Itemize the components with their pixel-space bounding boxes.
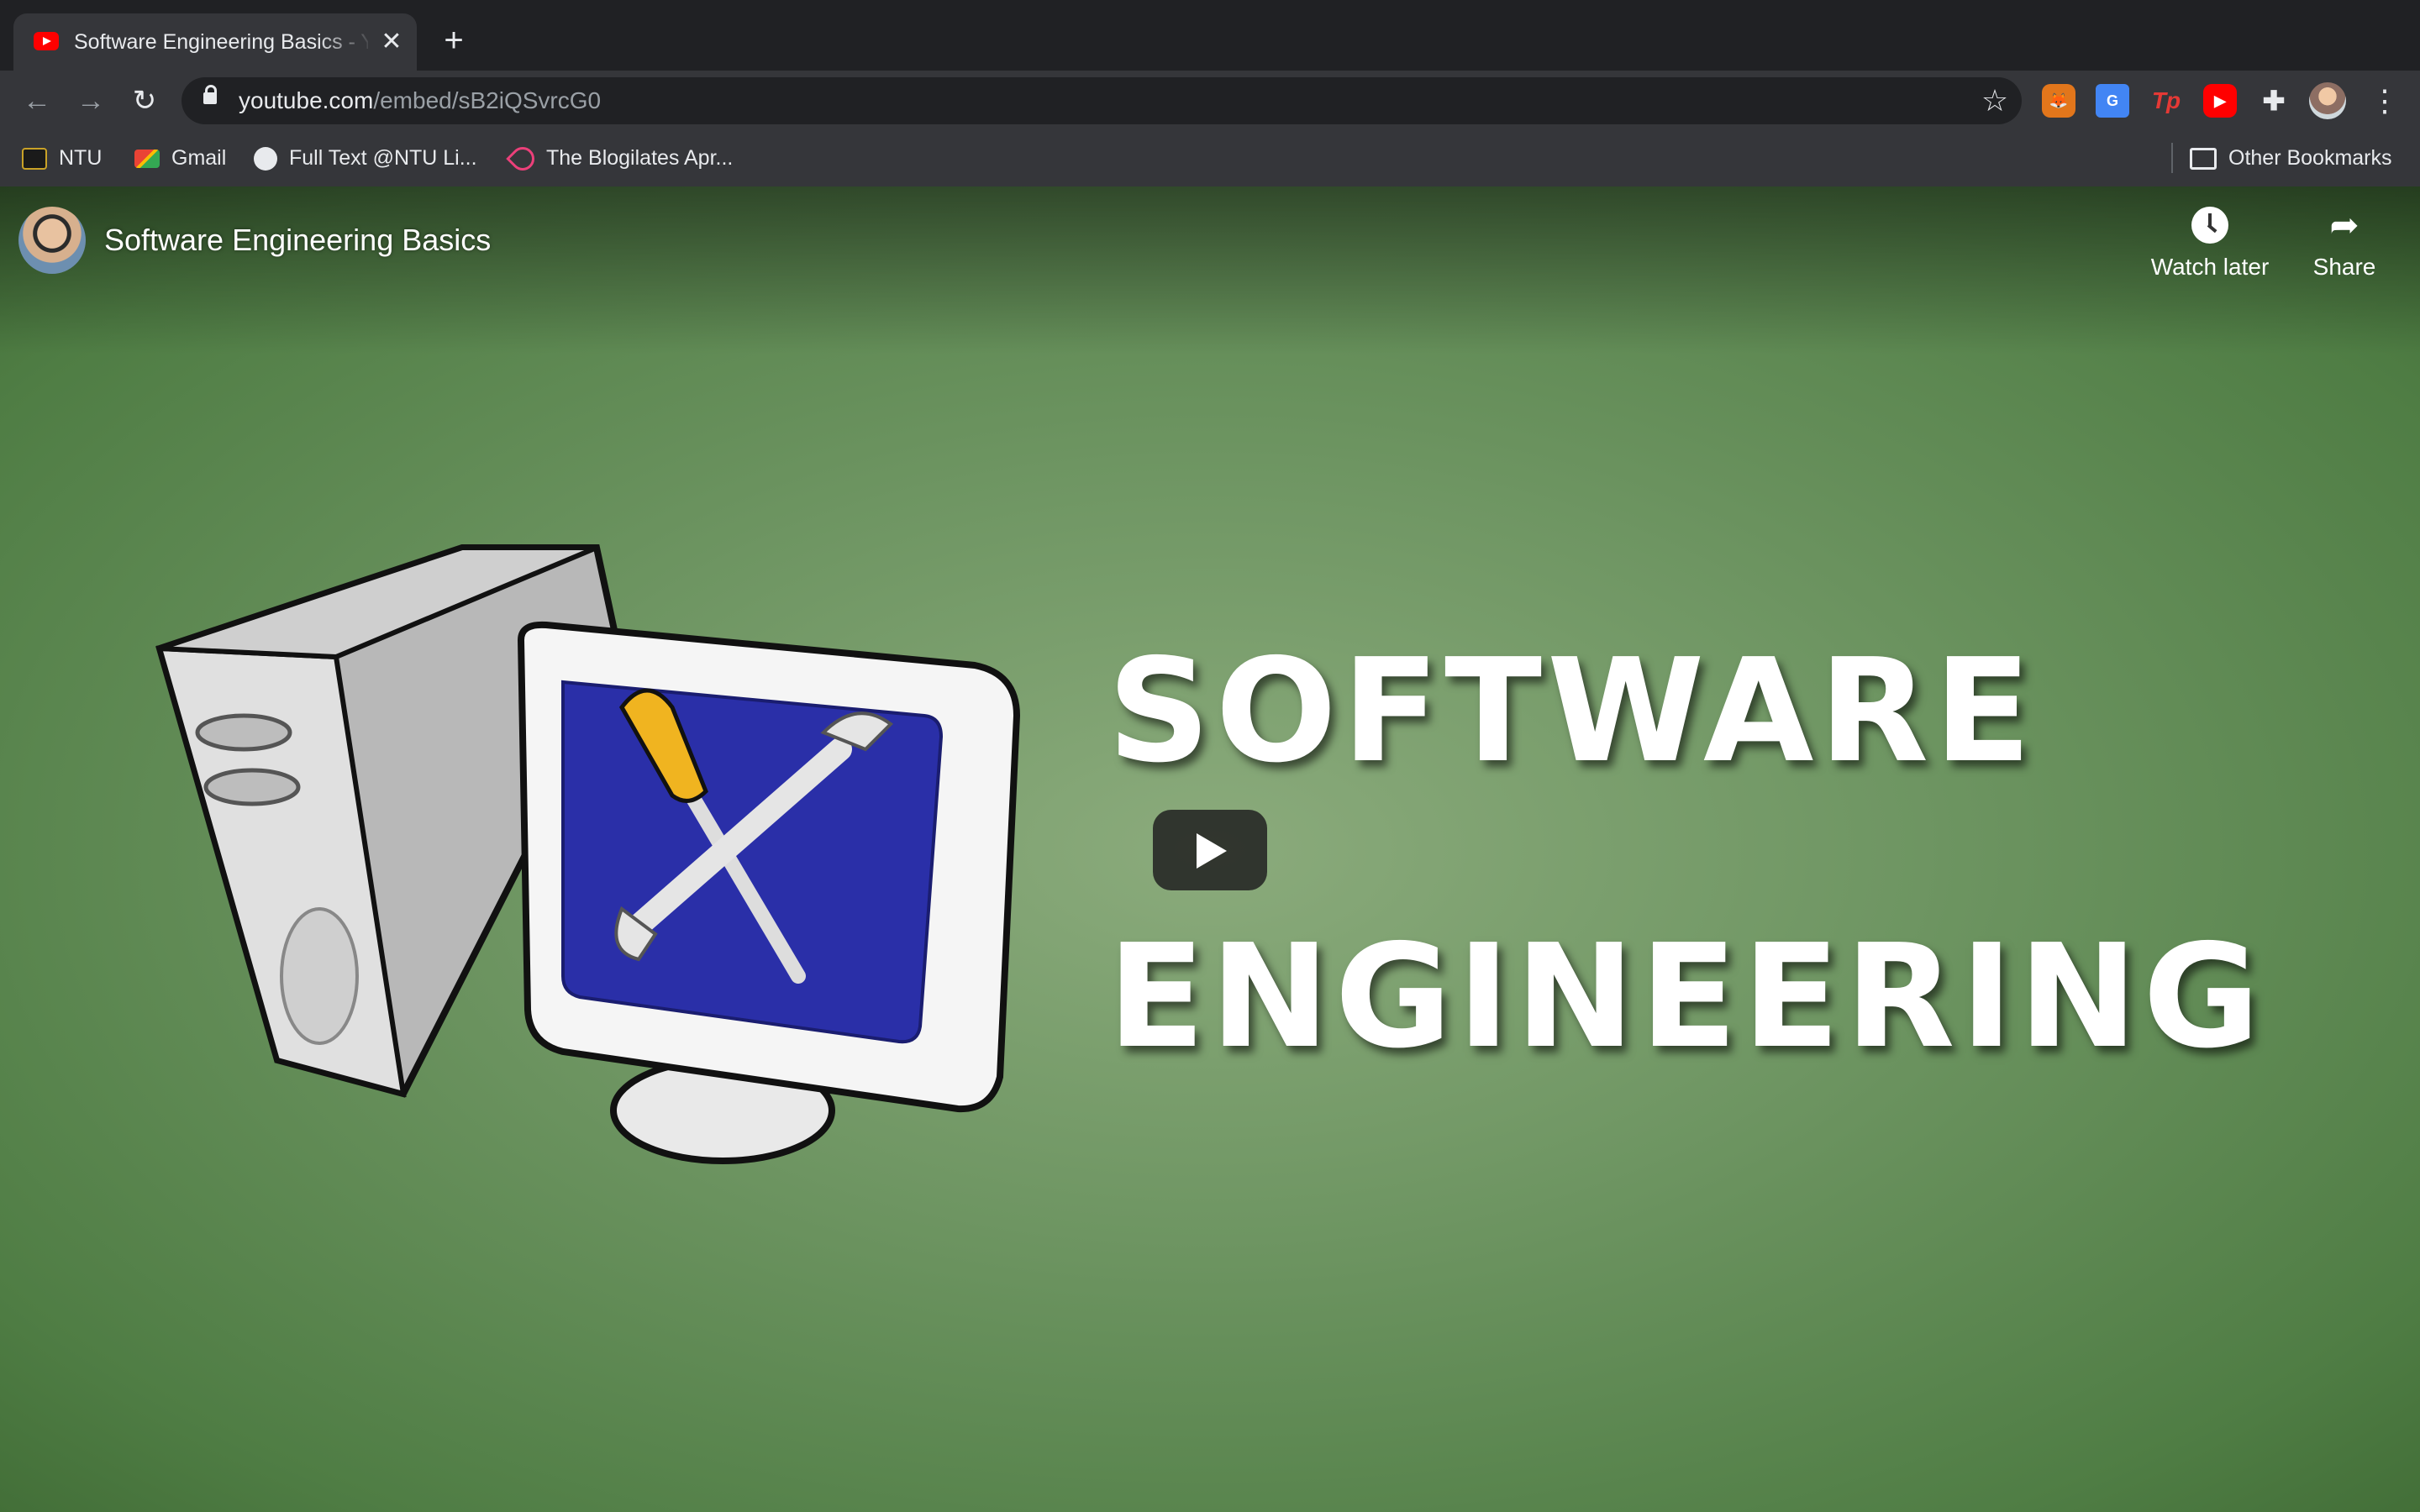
channel-avatar[interactable]	[18, 207, 86, 274]
address-bar[interactable]: youtube.com/embed/sB2iQSvrcG0 ☆	[182, 77, 2022, 124]
gmail-icon	[134, 150, 160, 169]
new-tab-icon[interactable]: +	[435, 22, 472, 59]
bookmark-label: Gmail	[171, 146, 227, 170]
reload-icon[interactable]: ↻	[124, 81, 165, 121]
thumbnail-title: Software Engineering	[1107, 615, 2265, 1094]
blogilates-icon	[506, 142, 539, 176]
url-text[interactable]: youtube.com/embed/sB2iQSvrcG0	[239, 87, 601, 114]
watch-later-button[interactable]: Watch later	[2143, 207, 2277, 307]
forward-arrow-icon[interactable]: →	[71, 81, 111, 121]
play-button[interactable]	[1153, 810, 1267, 890]
bookmark-blogilates[interactable]: The Blogilates Apr...	[506, 142, 734, 176]
browser-menu-icon[interactable]: ⋮	[2368, 81, 2402, 121]
bookmark-gmail[interactable]: Gmail	[134, 143, 226, 173]
computer-tools-illustration	[155, 544, 1021, 1164]
bookmark-fulltext[interactable]: Full Text @NTU Li...	[254, 143, 477, 173]
extensions-puzzle-icon[interactable]: ✚	[2257, 84, 2291, 118]
metamask-extension-icon[interactable]: 🦊	[2042, 84, 2075, 118]
url-host: youtube.com	[239, 87, 374, 113]
tp-extension-icon[interactable]: Tp	[2149, 84, 2183, 118]
google-translate-extension-icon[interactable]: G	[2096, 84, 2129, 118]
share-arrow-icon: ➦	[2329, 205, 2360, 244]
drive-bay-2	[203, 768, 301, 806]
share-label: Share	[2312, 254, 2376, 280]
thumbnail-title-line-2: Engineering	[1107, 914, 2265, 1080]
watch-later-label: Watch later	[2150, 254, 2270, 280]
browser-toolbar: ← → ↻ youtube.com/embed/sB2iQSvrcG0 ☆ 🦊 …	[0, 71, 2420, 131]
drive-bay-1	[195, 713, 292, 752]
globe-icon	[254, 147, 277, 171]
youtube-extension-icon[interactable]: ▶	[2203, 84, 2237, 118]
back-arrow-icon[interactable]: ←	[17, 81, 57, 121]
bookmarks-bar: NTU Gmail Full Text @NTU Li... The Blogi…	[0, 131, 2420, 188]
lock-icon[interactable]	[203, 85, 217, 104]
other-bookmarks-label: Other Bookmarks	[2228, 146, 2392, 170]
blackboard-icon	[22, 148, 47, 171]
other-bookmarks[interactable]: Other Bookmarks	[2190, 143, 2392, 173]
tab-strip: Software Engineering Basics - YouTube ✕ …	[0, 0, 2420, 71]
bookmark-label: Full Text @NTU Li...	[289, 146, 477, 170]
bookmark-label: The Blogilates Apr...	[546, 146, 734, 170]
clock-icon	[2191, 207, 2228, 244]
video-player[interactable]: Software Engineering Basics Watch later …	[0, 186, 2420, 1512]
video-title[interactable]: Software Engineering Basics	[104, 222, 491, 259]
profile-avatar[interactable]	[2309, 82, 2346, 119]
thumbnail-title-line-1: Software	[1107, 628, 2037, 795]
folder-icon	[2190, 148, 2217, 171]
bookmarks-divider	[2171, 143, 2173, 173]
browser-tab[interactable]: Software Engineering Basics - YouTube ✕	[13, 13, 417, 71]
tab-title-fade	[316, 25, 375, 59]
top-gradient	[0, 186, 2420, 354]
bookmark-star-icon[interactable]: ☆	[1978, 84, 2012, 118]
url-path: /embed/sB2iQSvrcG0	[373, 87, 602, 113]
bookmark-ntu[interactable]: NTU	[22, 143, 102, 173]
bookmark-label: NTU	[59, 146, 103, 170]
tower-speaker	[280, 907, 359, 1045]
youtube-favicon-icon	[34, 32, 59, 50]
share-button[interactable]: ➦ Share	[2302, 207, 2386, 307]
monitor-screen	[561, 680, 944, 1044]
close-tab-icon[interactable]: ✕	[376, 27, 407, 57]
